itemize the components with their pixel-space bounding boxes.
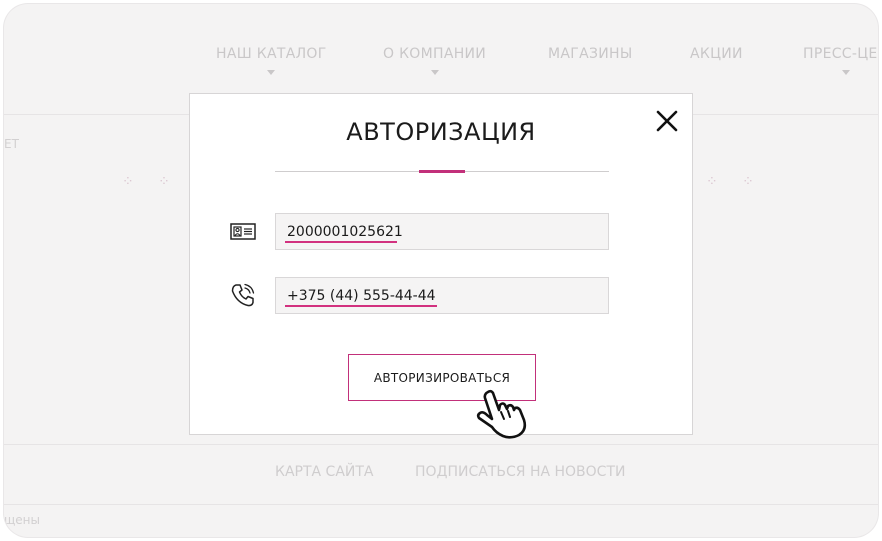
- nav-item-catalog[interactable]: НАШ КАТАЛОГ: [216, 46, 327, 75]
- divider: [4, 504, 878, 505]
- nav-item-label: ПРЕСС-ЦЕН: [803, 46, 878, 62]
- auth-modal: АВТОРИЗАЦИЯ АВТОРИЗИРОВАТЬСЯ: [189, 93, 693, 435]
- close-button[interactable]: [652, 106, 682, 136]
- phone-field[interactable]: [275, 277, 609, 314]
- close-icon: [656, 110, 678, 132]
- nav-item-stores[interactable]: МАГАЗИНЫ: [548, 46, 633, 62]
- nav-item-label: МАГАЗИНЫ: [548, 46, 633, 62]
- bg-text-fragment: щены: [4, 513, 41, 527]
- title-accent-bar: [419, 170, 465, 173]
- nav-item-press[interactable]: ПРЕСС-ЦЕН: [803, 46, 878, 75]
- card-number-field[interactable]: [275, 213, 609, 250]
- authorize-button-label: АВТОРИЗИРОВАТЬСЯ: [373, 370, 511, 385]
- bg-text-fragment: ЕТ: [4, 137, 19, 151]
- modal-title: АВТОРИЗАЦИЯ: [346, 118, 536, 146]
- hand-pointer-icon: [476, 389, 527, 439]
- footer-link-sitemap[interactable]: КАРТА САЙТА: [275, 464, 374, 480]
- nav-item-label: НАШ КАТАЛОГ: [216, 46, 327, 62]
- caret-down-icon: [430, 70, 439, 75]
- field-underline: [285, 305, 437, 307]
- divider: [4, 444, 878, 445]
- main-nav: НАШ КАТАЛОГ О КОМПАНИИ МАГАЗИНЫ АКЦИИ ПР…: [4, 46, 878, 86]
- footer-link-subscribe[interactable]: ПОДПИСАТЬСЯ НА НОВОСТИ: [415, 464, 625, 480]
- phone-icon: [231, 283, 255, 307]
- nav-item-label: О КОМПАНИИ: [383, 46, 487, 62]
- decorative-dots-icon: ⁘ ⁘: [706, 174, 764, 190]
- id-card-icon: [230, 223, 256, 240]
- field-underline: [285, 241, 397, 243]
- decorative-dots-icon: ⁘ ⁘: [122, 174, 180, 190]
- nav-item-label: АКЦИИ: [690, 46, 743, 62]
- nav-item-about[interactable]: О КОМПАНИИ: [383, 46, 487, 75]
- nav-item-promos[interactable]: АКЦИИ: [690, 46, 743, 62]
- caret-down-icon: [841, 70, 850, 75]
- caret-down-icon: [267, 70, 276, 75]
